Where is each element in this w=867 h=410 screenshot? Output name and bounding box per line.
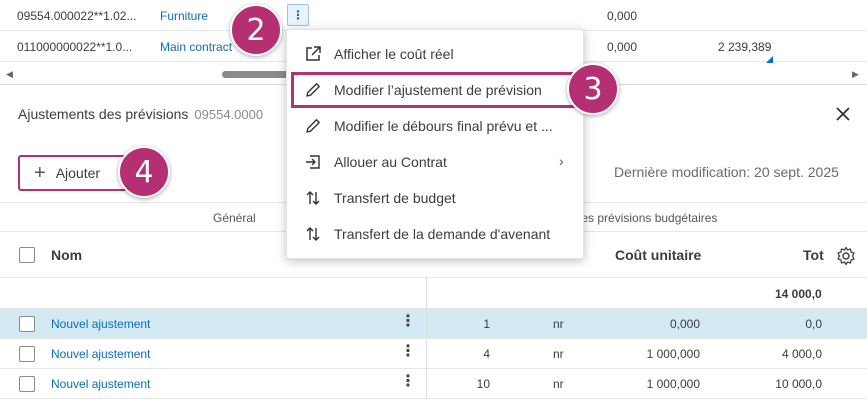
- select-all-checkbox[interactable]: [19, 247, 35, 263]
- row-name-link[interactable]: Main contract: [160, 40, 232, 54]
- panel-subtitle: 09554.0000: [194, 107, 264, 122]
- row-quantity: 4: [483, 347, 490, 361]
- transfer-icon: [306, 191, 320, 205]
- column-divider: [426, 277, 427, 399]
- row-value: 0,000: [607, 40, 638, 54]
- row-total: 4 000,0: [781, 347, 822, 361]
- menu-item-label: Allouer au Contrat: [334, 154, 447, 170]
- column-header-unit-cost[interactable]: Coût unitaire: [615, 247, 701, 263]
- row-code: 09554.000022**1.02...: [17, 9, 137, 23]
- cell-marker-icon: [766, 56, 773, 63]
- table-row[interactable]: Nouvel ajustement ⋮ 4 nr 1 000,000 4 000…: [0, 339, 867, 369]
- row-unit-cost: 1 000,000: [646, 377, 700, 391]
- row-total: 0,0: [805, 317, 822, 331]
- transfer-icon: [306, 227, 320, 241]
- pencil-icon: [306, 119, 320, 133]
- top-table-row[interactable]: 09554.000022**1.02... Furniture ⋮ 0,000: [0, 0, 867, 31]
- table-row[interactable]: Nouvel ajustement ⋮ 1 nr 0,000 0,0: [0, 309, 867, 339]
- menu-item-budget-transfer[interactable]: Transfert de budget: [287, 180, 585, 216]
- row-name-link[interactable]: Nouvel ajustement: [51, 347, 150, 361]
- menu-item-label: Modifier l’ajustement de prévision: [334, 82, 542, 98]
- row-unit-cost: 1 000,000: [646, 347, 700, 361]
- row-name-link[interactable]: Nouvel ajustement: [51, 317, 150, 331]
- menu-item-label: Transfert de la demande d'avenant: [334, 226, 551, 242]
- menu-item-edit-forecast-adjustment[interactable]: Modifier l’ajustement de prévision: [291, 72, 581, 108]
- row-quantity: 1: [483, 317, 490, 331]
- menu-item-label: Transfert de budget: [334, 190, 456, 206]
- callout-badge-2: 2: [230, 4, 282, 56]
- row-name-link[interactable]: Nouvel ajustement: [51, 377, 150, 391]
- row-quantity: 10: [476, 377, 490, 391]
- menu-item-show-actual-cost[interactable]: Afficher le coût réel: [287, 36, 585, 72]
- close-icon[interactable]: [832, 103, 854, 125]
- gear-icon[interactable]: [836, 246, 856, 266]
- group-forecast: t des prévisions budgétaires: [568, 211, 718, 225]
- sum-total: 14 000,0: [775, 287, 822, 301]
- last-modified-text: Dernière modification: 20 sept. 2025: [614, 164, 839, 180]
- panel-title: Ajustements des prévisions 09554.0000: [18, 106, 263, 122]
- summary-row: 14 000,0: [0, 277, 867, 309]
- row-actions-icon[interactable]: ⋮: [400, 374, 416, 390]
- add-button-label: Ajouter: [55, 165, 101, 181]
- scroll-right-icon[interactable]: ▶: [852, 69, 859, 80]
- plus-icon: +: [34, 162, 46, 184]
- row-actions-icon[interactable]: ⋮: [400, 344, 416, 360]
- column-header-total[interactable]: Tot: [803, 247, 824, 263]
- menu-item-label: Afficher le coût réel: [334, 46, 454, 62]
- row-context-menu: Afficher le coût réel Modifier l’ajustem…: [286, 29, 584, 259]
- row-actions-icon[interactable]: ⋮: [400, 314, 416, 330]
- row-value: 0,000: [607, 9, 638, 23]
- row-unit: nr: [553, 377, 564, 391]
- menu-item-label: Modifier le débours final prévu et ...: [334, 118, 553, 134]
- open-external-icon: [306, 46, 321, 61]
- row-actions-button[interactable]: ⋮: [287, 4, 309, 26]
- row-name-link[interactable]: Furniture: [160, 9, 208, 23]
- panel-title-text: Ajustements des prévisions: [18, 106, 189, 122]
- scrollbar-thumb[interactable]: [222, 71, 292, 78]
- menu-item-edit-final-cost[interactable]: Modifier le débours final prévu et ...: [287, 108, 585, 144]
- chevron-right-icon: ›: [559, 153, 564, 169]
- row-checkbox[interactable]: [19, 316, 35, 332]
- callout-badge-4: 4: [118, 146, 170, 198]
- menu-item-change-order-transfer[interactable]: Transfert de la demande d'avenant: [287, 216, 585, 252]
- row-unit-cost: 0,000: [669, 317, 700, 331]
- row-code: 011000000022**1.0...: [17, 40, 133, 54]
- row-checkbox[interactable]: [19, 346, 35, 362]
- row-unit: nr: [553, 347, 564, 361]
- scroll-left-icon[interactable]: ◀: [6, 69, 13, 80]
- row-total: 10 000,0: [775, 377, 822, 391]
- menu-item-allocate-contract[interactable]: Allouer au Contrat ›: [287, 144, 585, 180]
- callout-badge-3: 3: [567, 63, 619, 115]
- column-header-name[interactable]: Nom: [51, 247, 82, 263]
- table-row[interactable]: Nouvel ajustement ⋮ 10 nr 1 000,000 10 0…: [0, 369, 867, 399]
- row-checkbox[interactable]: [19, 376, 35, 392]
- group-general: Général: [213, 211, 256, 225]
- row-total: 2 239,389: [718, 40, 772, 54]
- pencil-icon: [306, 83, 320, 97]
- allocate-icon: [306, 155, 320, 169]
- row-unit: nr: [553, 317, 564, 331]
